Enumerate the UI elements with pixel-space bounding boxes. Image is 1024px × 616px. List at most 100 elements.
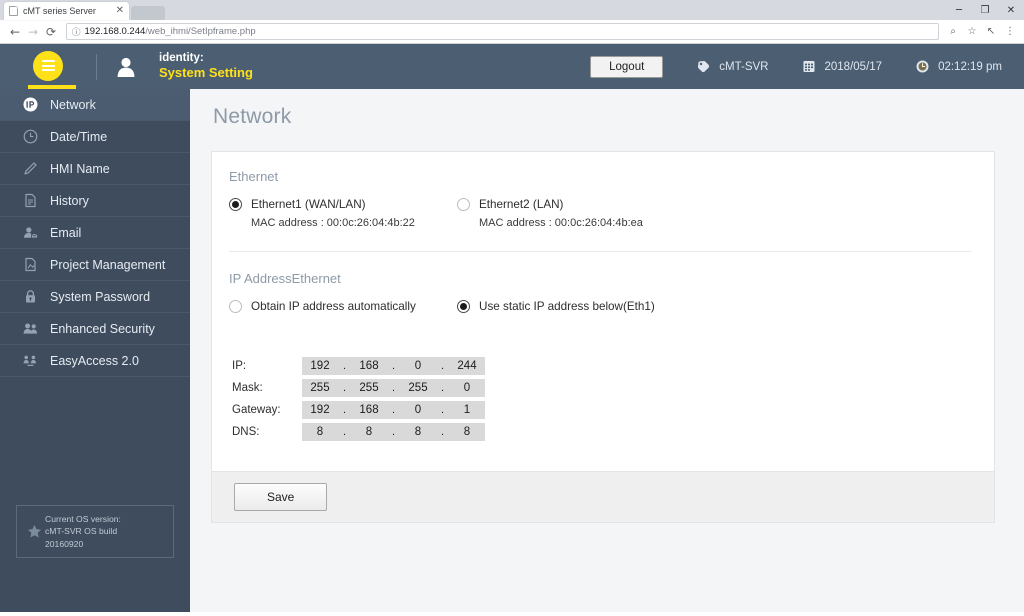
static-ip-radio[interactable]: [457, 300, 470, 313]
main-content: Network Ethernet Ethernet1 (WAN/LAN) MAC…: [190, 89, 1024, 612]
close-icon[interactable]: ✕: [116, 6, 124, 16]
ip-octet-input[interactable]: 192: [302, 357, 338, 375]
browser-menu-icon[interactable]: ⋮: [1002, 24, 1018, 40]
octet-separator: .: [338, 401, 351, 419]
ip-octet-input[interactable]: 192: [302, 401, 338, 419]
obtain-automatically-radio[interactable]: [229, 300, 242, 313]
address-bar[interactable]: ⓘ 192.168.0.244 /web_ihmi/SetIpframe.php: [66, 23, 939, 40]
contact-icon: [22, 224, 39, 241]
user-avatar-icon: [109, 56, 143, 78]
hamburger-menu-button[interactable]: [0, 44, 96, 89]
browser-tab[interactable]: cMT series Server ✕: [4, 2, 129, 20]
project-file-icon: [22, 256, 39, 273]
logout-button[interactable]: Logout: [590, 55, 664, 78]
os-version-line2: cMT-SVR OS build: [45, 526, 118, 537]
octet-separator: .: [387, 379, 400, 397]
reload-icon[interactable]: ⟳: [42, 23, 60, 41]
lock-icon: [22, 288, 39, 305]
static-ip-label: Use static IP address below(Eth1): [479, 300, 655, 313]
ip-address-section: IP AddressEthernet Obtain IP address aut…: [229, 252, 972, 442]
ip-octet-group: 255 . 255 . 255 . 0: [302, 379, 485, 397]
tag-icon: [697, 60, 710, 73]
page-favicon-icon: [9, 6, 18, 16]
users-icon: [22, 320, 39, 337]
window-controls: ─ ❐ ✕: [946, 0, 1024, 20]
ip-row-label: Gateway:: [232, 404, 281, 416]
identity-value: System Setting: [159, 64, 253, 80]
maximize-icon[interactable]: ❐: [972, 0, 998, 20]
share-icon[interactable]: ↖: [983, 24, 999, 40]
identity-label: identity:: [159, 52, 204, 65]
ip-octet-input[interactable]: 255: [302, 379, 338, 397]
url-host: 192.168.0.244: [84, 26, 146, 37]
octet-separator: .: [387, 401, 400, 419]
tab-title: cMT series Server: [23, 6, 96, 16]
ip-octet-input[interactable]: 8: [302, 423, 338, 441]
time-text: 02:12:19 pm: [938, 60, 1002, 73]
ip-octet-input[interactable]: 8: [351, 423, 387, 441]
new-tab-button[interactable]: [131, 6, 165, 20]
bookmark-star-icon[interactable]: ☆: [964, 24, 980, 40]
ethernet2-mac: MAC address : 00:0c:26:04:4b:ea: [479, 217, 643, 229]
browser-chrome: cMT series Server ✕ ─ ❐ ✕ ← → ⟳ ⓘ 192.16…: [0, 0, 1024, 44]
page-title: Network: [213, 105, 292, 128]
octet-separator: .: [436, 401, 449, 419]
ip-octet-input[interactable]: 0: [400, 357, 436, 375]
ip-octet-input[interactable]: 168: [351, 357, 387, 375]
ethernet-radio-row: Ethernet1 (WAN/LAN) MAC address : 00:0c:…: [229, 198, 972, 229]
os-version-line3: 20160920: [45, 538, 84, 549]
panel-body: Ethernet Ethernet1 (WAN/LAN) MAC address…: [212, 152, 994, 442]
sidebar: Network Date/Time HMI Name History Email…: [0, 89, 190, 612]
zoom-icon[interactable]: ⌕: [945, 24, 961, 40]
ip-octet-input[interactable]: 0: [400, 401, 436, 419]
sidebar-item-email[interactable]: Email: [0, 217, 190, 249]
ip-octet-input[interactable]: 8: [449, 423, 485, 441]
sidebar-item-label: EasyAccess 2.0: [50, 353, 139, 368]
ethernet2-label: Ethernet2 (LAN): [479, 198, 564, 211]
octet-separator: .: [387, 423, 400, 441]
ip-row-label: IP:: [232, 360, 247, 372]
obtain-automatically-label: Obtain IP address automatically: [251, 300, 416, 313]
save-button[interactable]: Save: [234, 483, 328, 511]
ethernet2-option: Ethernet2 (LAN) MAC address : 00:0c:26:0…: [457, 198, 685, 229]
ip-octet-input[interactable]: 244: [449, 357, 485, 375]
site-info-icon[interactable]: ⓘ: [72, 26, 81, 38]
url-path: /web_ihmi/SetIpframe.php: [145, 26, 256, 37]
sidebar-item-enhanced-security[interactable]: Enhanced Security: [0, 313, 190, 345]
date-text: 2018/05/17: [824, 60, 883, 73]
close-window-icon[interactable]: ✕: [998, 0, 1024, 20]
ip-octet-input[interactable]: 255: [400, 379, 436, 397]
sidebar-item-history[interactable]: History: [0, 185, 190, 217]
forward-icon[interactable]: →: [24, 23, 42, 41]
clock-icon: [22, 128, 39, 145]
ip-octet-input[interactable]: 1: [449, 401, 485, 419]
sidebar-item-date-time[interactable]: Date/Time: [0, 121, 190, 153]
sidebar-item-network[interactable]: Network: [0, 89, 190, 121]
ethernet1-mac: MAC address : 00:0c:26:04:4b:22: [251, 217, 415, 229]
ip-fields-table: IP: 192 . 168 . 0 . 244 Mask: 255 . 255 …: [232, 356, 972, 442]
device-name-chip: cMT-SVR: [697, 60, 769, 73]
ip-octet-group: 8 . 8 . 8 . 8: [302, 423, 485, 441]
minimize-icon[interactable]: ─: [946, 0, 972, 20]
ip-octet-input[interactable]: 8: [400, 423, 436, 441]
sidebar-item-label: Network: [50, 97, 96, 112]
ip-octet-input[interactable]: 168: [351, 401, 387, 419]
octet-separator: .: [338, 357, 351, 375]
ip-mode-radio-row: Obtain IP address automatically Use stat…: [229, 300, 972, 313]
sidebar-item-project-management[interactable]: Project Management: [0, 249, 190, 281]
back-icon[interactable]: ←: [6, 23, 24, 41]
document-icon: [22, 192, 39, 209]
ethernet2-radio[interactable]: [457, 198, 470, 211]
ip-octet-input[interactable]: 255: [351, 379, 387, 397]
ip-octet-input[interactable]: 0: [449, 379, 485, 397]
ip-row-label: DNS:: [232, 426, 260, 438]
ip-octet-group: 192 . 168 . 0 . 1: [302, 401, 485, 419]
sidebar-item-system-password[interactable]: System Password: [0, 281, 190, 313]
sidebar-item-label: Project Management: [50, 257, 166, 272]
hamburger-menu-icon: [33, 50, 63, 81]
octet-separator: .: [436, 379, 449, 397]
sidebar-item-easyaccess[interactable]: EasyAccess 2.0: [0, 345, 190, 377]
easyaccess-icon: [22, 352, 39, 369]
ethernet1-radio[interactable]: [229, 198, 242, 211]
sidebar-item-hmi-name[interactable]: HMI Name: [0, 153, 190, 185]
